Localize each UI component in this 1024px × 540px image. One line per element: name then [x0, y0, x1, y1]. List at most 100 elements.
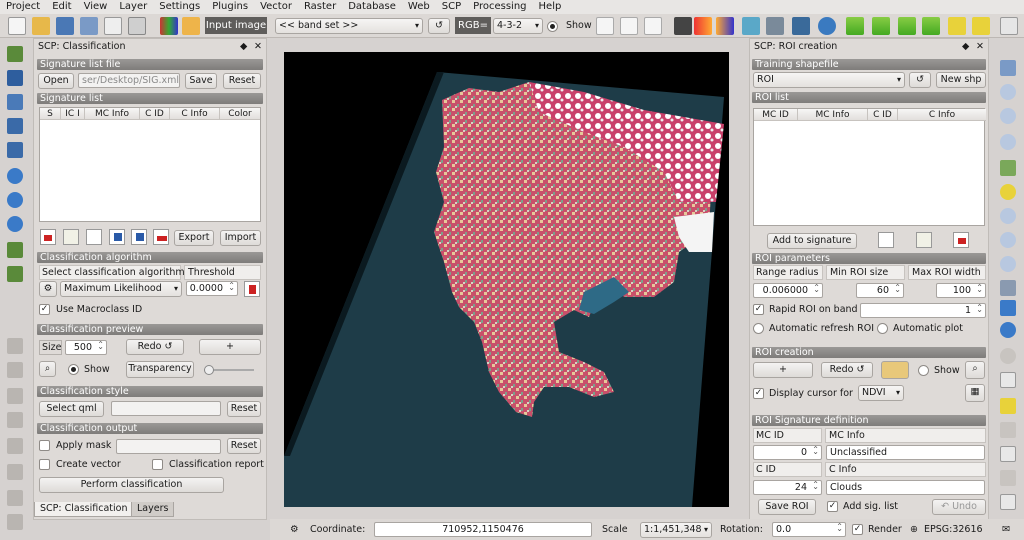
redo-preview-button[interactable]: Redo ↺ — [126, 339, 184, 355]
refresh-circle-icon[interactable] — [818, 17, 836, 35]
roi-redo-button[interactable]: Redo ↺ — [821, 362, 873, 378]
scp-band-icon[interactable] — [160, 17, 178, 35]
col-s[interactable]: S — [40, 108, 61, 120]
tile-scale-icon[interactable] — [1000, 280, 1016, 296]
coordinate-field[interactable]: 710952,1150476 — [374, 522, 592, 537]
col-c-info[interactable]: C Info — [898, 109, 986, 121]
signature-table[interactable]: S IC I MC Info C ID C Info Color — [39, 107, 261, 222]
chart-green-icon[interactable] — [846, 17, 864, 35]
threshold-spinbox[interactable]: 0.0000 — [186, 279, 238, 296]
col-mc-info[interactable]: MC Info — [798, 109, 868, 121]
save-roi-button[interactable]: Save ROI — [758, 499, 816, 515]
menu-project[interactable]: Project — [0, 0, 46, 14]
import-library-icon[interactable] — [131, 229, 147, 245]
band-calc-icon[interactable] — [742, 17, 760, 35]
export-button[interactable]: Export — [174, 230, 214, 246]
new-project-icon[interactable] — [8, 17, 26, 35]
rotation-spinbox[interactable]: 0.0 — [772, 520, 846, 537]
import-usgs-icon[interactable] — [109, 229, 125, 245]
training-shapefile-select[interactable]: ROI ▾ — [753, 72, 905, 88]
col-c-id[interactable]: C ID — [868, 109, 898, 121]
menu-layer[interactable]: Layer — [113, 0, 153, 14]
transparency-button[interactable]: Transparency — [126, 361, 194, 378]
tools-icon[interactable] — [766, 17, 784, 35]
edit-pencil-icon[interactable] — [7, 338, 23, 354]
auto-plot-radio[interactable] — [877, 323, 888, 334]
chart-green2-icon[interactable] — [872, 17, 890, 35]
c-info-field[interactable]: Clouds — [826, 480, 985, 495]
range-radius-spinbox[interactable]: 0.006000 — [753, 281, 823, 298]
show-radio[interactable] — [547, 21, 558, 32]
algorithm-select[interactable]: Maximum Likelihood ▾ — [60, 281, 182, 297]
chart-green4-icon[interactable] — [922, 17, 940, 35]
refresh-map-icon[interactable] — [1000, 300, 1016, 316]
create-vector-checkbox[interactable] — [39, 459, 50, 470]
star-add-icon[interactable] — [948, 17, 966, 35]
select-feature-icon[interactable] — [1000, 372, 1016, 388]
feature-action-icon[interactable] — [1000, 348, 1016, 364]
map-canvas[interactable] — [284, 52, 729, 507]
calculator-icon[interactable]: ▦ — [965, 384, 985, 402]
roi-zoom-icon[interactable]: ⌕ — [965, 361, 985, 379]
crs-icon[interactable]: ⊕ — [910, 523, 918, 536]
pan-hand-icon[interactable] — [1000, 17, 1018, 35]
scale-select[interactable]: 1:1,451,348 ▾ — [640, 522, 712, 538]
import-button[interactable]: Import — [220, 230, 261, 246]
edit-node-icon[interactable] — [7, 464, 23, 480]
mc-info-field[interactable]: Unclassified — [826, 445, 985, 460]
zoom-next-icon[interactable] — [1000, 256, 1016, 272]
preview-size-spinbox[interactable]: 500 — [65, 338, 107, 355]
min-size-spinbox[interactable]: 60 — [856, 281, 904, 298]
chart-green3-icon[interactable] — [898, 17, 916, 35]
new-shapefile-icon[interactable] — [7, 266, 23, 282]
cursor-index-select[interactable]: NDVI ▾ — [858, 385, 904, 401]
save-as-icon[interactable] — [80, 17, 98, 35]
tab-scp-classification[interactable]: SCP: Classification — [34, 502, 134, 517]
col-ic[interactable]: IC I — [61, 108, 85, 120]
preview-zoom-icon[interactable]: ⌕ — [39, 361, 56, 377]
messages-icon[interactable]: ✉ — [1002, 523, 1010, 536]
attribute-table-icon[interactable] — [1000, 446, 1016, 462]
merge-roi-icon[interactable] — [916, 232, 932, 248]
mask-path-field[interactable] — [116, 439, 221, 454]
cut-icon[interactable] — [7, 514, 23, 530]
rapid-band-spinbox[interactable]: 1 — [860, 301, 986, 318]
add-spatialite-icon[interactable] — [7, 118, 23, 134]
add-mssql-icon[interactable] — [7, 142, 23, 158]
rapid-roi-checkbox[interactable]: ✓ — [753, 304, 764, 315]
presentation-icon[interactable] — [792, 17, 810, 35]
c-id-spinbox[interactable]: 24 — [753, 478, 822, 495]
save-project-icon[interactable] — [56, 17, 74, 35]
threshold-config-icon[interactable] — [244, 281, 260, 297]
add-postgis-icon[interactable] — [7, 94, 23, 110]
expression-select-icon[interactable] — [1000, 422, 1016, 438]
zoom-last-icon[interactable] — [1000, 232, 1016, 248]
add-to-signature-button[interactable]: Add to signature — [767, 233, 857, 249]
statistics-icon[interactable] — [1000, 494, 1016, 510]
spectral-plot2-icon[interactable] — [620, 17, 638, 35]
preview-plus-button[interactable]: + — [199, 339, 261, 355]
mask-reset-button[interactable]: Reset — [227, 438, 261, 454]
merge-signatures-icon[interactable] — [63, 229, 79, 245]
zoom-layer-icon[interactable] — [1000, 208, 1016, 224]
coordinate-toggle-icon[interactable]: ⚙ — [290, 523, 299, 536]
roi-show-radio[interactable] — [918, 365, 929, 376]
menu-database[interactable]: Database — [342, 0, 402, 14]
signature-path-field[interactable]: ser/Desktop/SIG.xml — [78, 73, 180, 88]
delete-icon[interactable] — [7, 490, 23, 506]
export-csv-icon[interactable] — [153, 229, 169, 245]
add-sig-list-checkbox[interactable]: ✓ — [827, 501, 838, 512]
open-button[interactable]: Open — [38, 73, 74, 89]
add-delimited-icon[interactable] — [7, 242, 23, 258]
undo-button[interactable]: ↶ Undo — [932, 499, 986, 515]
perform-classification-button[interactable]: Perform classification — [39, 477, 224, 493]
reset-button[interactable]: Reset — [223, 73, 261, 89]
add-wcs-icon[interactable] — [7, 192, 23, 208]
col-c-info[interactable]: C Info — [170, 108, 220, 120]
menu-web[interactable]: Web — [402, 0, 436, 14]
refresh-button[interactable]: ↺ — [428, 18, 450, 34]
col-c-id[interactable]: C ID — [140, 108, 170, 120]
mc-id-spinbox[interactable]: 0 — [753, 443, 822, 460]
open-project-icon[interactable] — [32, 17, 50, 35]
new-shp-button[interactable]: New shp — [936, 72, 986, 88]
